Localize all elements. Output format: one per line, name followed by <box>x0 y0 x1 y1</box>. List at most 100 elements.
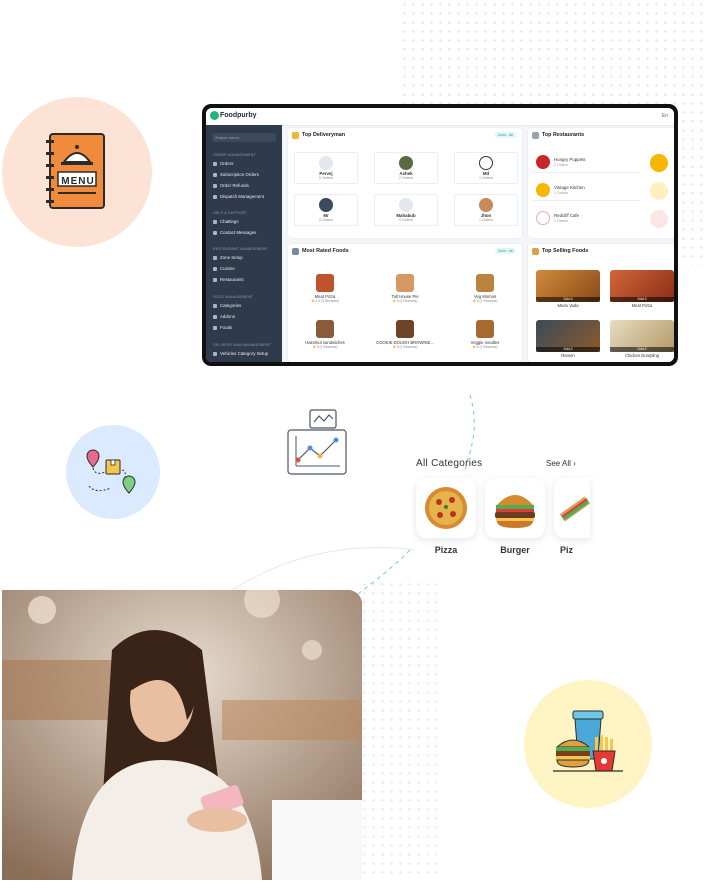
avatar <box>319 198 333 212</box>
sidebar-item-foods[interactable]: Foods <box>213 325 232 330</box>
category-label: Piz <box>560 545 574 555</box>
sidebar-section-title: HELP & SUPPORT <box>213 211 247 215</box>
sidebar-section-title: RESTAURANT MANAGEMENT <box>213 247 268 251</box>
brand-logo-icon <box>210 111 219 120</box>
deliveryman-item[interactable]: Jhon 1 Orders <box>454 194 518 226</box>
selling-food-item[interactable]: Sold:2 Ramen <box>536 320 600 360</box>
menu-circle <box>2 97 152 247</box>
avatar <box>479 198 493 212</box>
food-item[interactable]: COOKIE DOUGH BROWNIE... ★ 5 (1 Reviews) <box>374 318 436 354</box>
customer-photo <box>2 590 362 880</box>
sidebar-item-chattings[interactable]: Chattings <box>213 219 239 224</box>
category-label: Burger <box>500 545 530 555</box>
selling-food-item[interactable]: Sold:3 Medu Vada <box>536 270 600 310</box>
sidebar: Search menu... ORDER MANAGEMENT Orders S… <box>206 125 282 362</box>
restaurant-logo <box>536 183 550 197</box>
sidebar-item-addons[interactable]: Addons <box>213 314 235 319</box>
addon-icon <box>213 314 217 319</box>
restaurant-item[interactable]: Hungry Puppets 2 Orders <box>532 152 640 173</box>
cuisine-icon <box>213 266 217 271</box>
sidebar-item-vehicles[interactable]: Vehicles Category Setup <box>213 351 268 356</box>
selling-food-item[interactable]: Sold:2 Chicken Dumpling <box>610 320 674 360</box>
see-all-link[interactable]: See All › <box>546 459 576 468</box>
deliveryman-item[interactable]: Mr 0 Orders <box>294 194 358 226</box>
sidebar-section-title: ORDER MANAGEMENT <box>213 153 256 157</box>
pizza-icon <box>425 487 467 529</box>
sidebar-item-order-refunds[interactable]: Order Refunds <box>213 183 249 188</box>
analytics-chart-icon <box>287 409 347 475</box>
deliveryman-item[interactable]: Mahabub 0 Orders <box>374 194 438 226</box>
category-pizza-partial[interactable] <box>554 478 590 538</box>
zone-badge[interactable]: Zone : All <box>495 248 516 254</box>
food-image <box>476 320 494 338</box>
mail-icon <box>213 230 217 235</box>
sidebar-item-orders[interactable]: Orders <box>213 161 233 166</box>
sidebar-item-cuisine[interactable]: Cuisine <box>213 266 235 271</box>
deliveryman-item[interactable]: Ashek 2 Orders <box>374 152 438 184</box>
category-pizza[interactable] <box>416 478 476 538</box>
food-item[interactable]: Veggie noodles ★ 5 (1 Reviews) <box>454 318 516 354</box>
sidebar-item-dispatch[interactable]: Dispatch Management <box>213 194 264 199</box>
card-title: Most Rated Foods <box>302 248 349 254</box>
food-image <box>396 274 414 292</box>
restaurant-item[interactable]: Redcliff Cafe 1 Orders <box>532 208 640 228</box>
food-image <box>316 274 334 292</box>
deliveryman-icon <box>292 132 299 139</box>
rating-icon <box>292 248 299 255</box>
orders-icon <box>213 161 217 166</box>
top-selling-foods-card: Top Selling Foods Sold:3 Medu Vada Sold:3… <box>528 244 674 362</box>
fast-food-circle <box>524 680 652 808</box>
food-item[interactable]: Tull House Pie ★ 5 (1 Reviews) <box>374 272 436 308</box>
refund-icon <box>213 183 217 188</box>
star-icon: ★ <box>311 299 315 303</box>
star-icon: ★ <box>392 299 396 303</box>
star-icon: ★ <box>392 345 396 349</box>
sidebar-section-title: DELIVERY MAN MANAGEMENT <box>213 343 271 347</box>
avatar <box>319 156 333 170</box>
restaurant-icon <box>213 277 217 282</box>
food-item[interactable]: Hazelnut sandwiches ★ 5 (1 Reviews) <box>294 318 356 354</box>
avatar <box>479 156 493 170</box>
chat-icon <box>213 219 217 224</box>
food-icon <box>213 325 217 330</box>
sidebar-item-contact-messages[interactable]: Contact Messages <box>213 230 256 235</box>
zone-badge[interactable]: Zone : All <box>495 132 516 138</box>
selling-icon <box>532 248 539 255</box>
burger-icon <box>495 495 535 528</box>
avatar <box>399 156 413 170</box>
deliveryman-item[interactable]: Pervej 0 Orders <box>294 152 358 184</box>
dispatch-icon <box>213 194 217 199</box>
sandwich-icon <box>559 496 590 522</box>
selling-food-item[interactable]: Sold:3 Meat Pizza <box>610 270 674 310</box>
sidebar-item-subscription-orders[interactable]: Subscription Orders <box>213 172 259 177</box>
food-image <box>396 320 414 338</box>
sidebar-item-categories[interactable]: Categories <box>213 303 241 308</box>
food-image: Sold:3 <box>536 270 600 302</box>
category-burger[interactable] <box>485 478 545 538</box>
food-item[interactable]: Meat Pizza ★ 4.3 (3 Reviews) <box>294 272 356 308</box>
menu-book-label: MENU <box>61 176 95 187</box>
restaurant-logo <box>650 210 668 228</box>
restaurant-icon <box>532 132 539 139</box>
language-selector[interactable]: En <box>662 113 668 119</box>
subscription-icon <box>213 172 217 177</box>
food-item[interactable]: Veg Momos ★ 5 (1 Reviews) <box>454 272 516 308</box>
sidebar-item-zone-setup[interactable]: Zone Setup <box>213 255 243 260</box>
star-icon: ★ <box>312 345 316 349</box>
restaurant-item[interactable]: Vintage Kitchen 1 Orders <box>532 180 640 201</box>
sidebar-search-input[interactable]: Search menu... <box>212 133 276 142</box>
card-title: Top Deliveryman <box>302 132 346 138</box>
category-icon <box>213 303 217 308</box>
menu-book-icon <box>46 133 105 209</box>
deliveryman-item[interactable]: Md 1 Orders <box>454 152 518 184</box>
card-title: Top Selling Foods <box>542 248 589 254</box>
star-icon: ★ <box>472 299 476 303</box>
vehicle-icon <box>213 351 217 356</box>
all-categories-title: All Categories <box>416 458 483 469</box>
dashboard-screen: Foodpurby En Search menu... ORDER MANAGE… <box>206 108 674 362</box>
sidebar-item-restaurants[interactable]: Restaurants <box>213 277 244 282</box>
food-image: Sold:2 <box>610 320 674 352</box>
food-image <box>316 320 334 338</box>
card-title: Top Restaurants <box>542 132 585 138</box>
woman-using-phone-image <box>2 590 362 880</box>
